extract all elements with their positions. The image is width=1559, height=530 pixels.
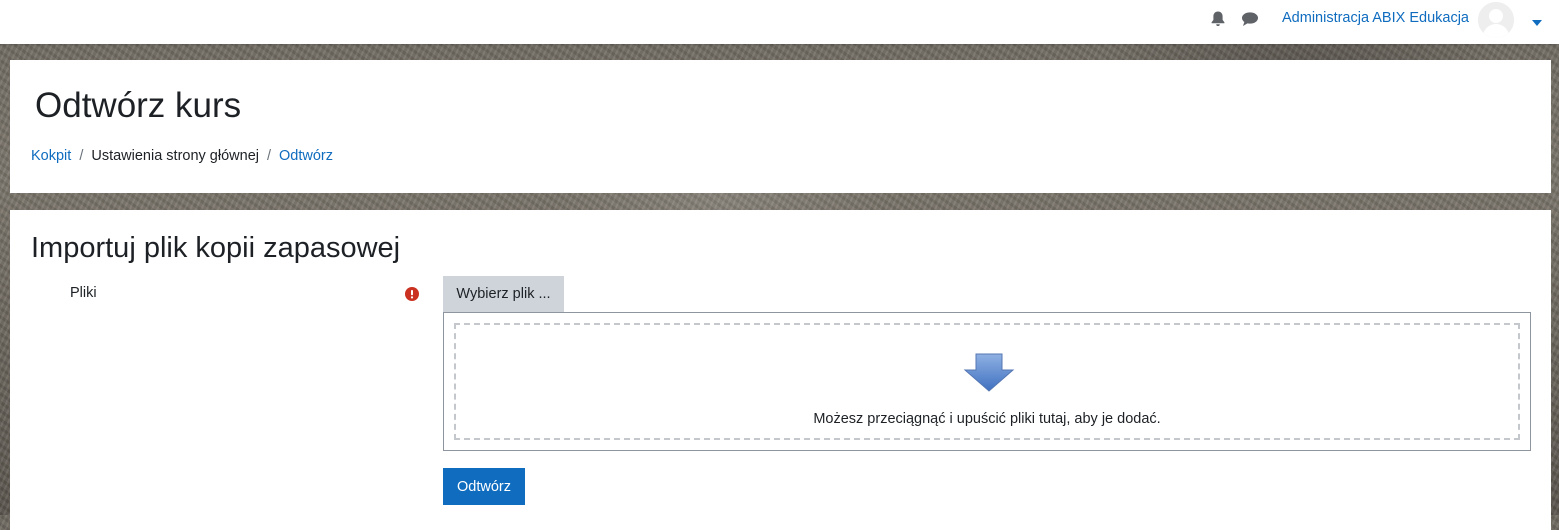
page-header: Odtwórz kurs Kokpit / Ustawienia strony … bbox=[10, 60, 1551, 193]
file-dropzone[interactable]: Możesz przeciągnąć i upuścić pliki tutaj… bbox=[454, 323, 1520, 440]
file-picker: Możesz przeciągnąć i upuścić pliki tutaj… bbox=[443, 312, 1531, 451]
bell-icon[interactable] bbox=[1209, 10, 1227, 28]
breadcrumb-separator: / bbox=[79, 148, 84, 164]
main-content: Importuj plik kopii zapasowej Pliki Wybi… bbox=[10, 210, 1551, 530]
section-title: Importuj plik kopii zapasowej bbox=[31, 232, 401, 264]
choose-file-button[interactable]: Wybierz plik ... bbox=[443, 276, 564, 312]
exclamation-circle-icon bbox=[405, 287, 419, 301]
breadcrumb-separator: / bbox=[266, 148, 272, 164]
breadcrumb-item-restore[interactable]: Odtwórz bbox=[279, 148, 333, 164]
restore-button[interactable]: Odtwórz bbox=[443, 468, 525, 505]
breadcrumb: Kokpit / Ustawienia strony głównej / Odt… bbox=[31, 148, 333, 164]
page-title: Odtwórz kurs bbox=[35, 86, 242, 125]
avatar[interactable] bbox=[1478, 2, 1514, 38]
breadcrumb-item-kokpit[interactable]: Kokpit bbox=[31, 148, 71, 164]
chat-icon[interactable] bbox=[1241, 10, 1259, 28]
top-navbar: Administracja ABIX Edukacja bbox=[0, 0, 1559, 44]
dropzone-hint: Możesz przeciągnąć i upuścić pliki tutaj… bbox=[813, 411, 1161, 427]
files-field-label: Pliki bbox=[70, 285, 97, 301]
arrow-down-icon bbox=[963, 353, 1015, 393]
user-menu-name[interactable]: Administracja ABIX Edukacja bbox=[1282, 10, 1469, 26]
breadcrumb-item-settings: Ustawienia strony głównej bbox=[91, 148, 259, 164]
caret-down-icon[interactable] bbox=[1531, 15, 1543, 26]
